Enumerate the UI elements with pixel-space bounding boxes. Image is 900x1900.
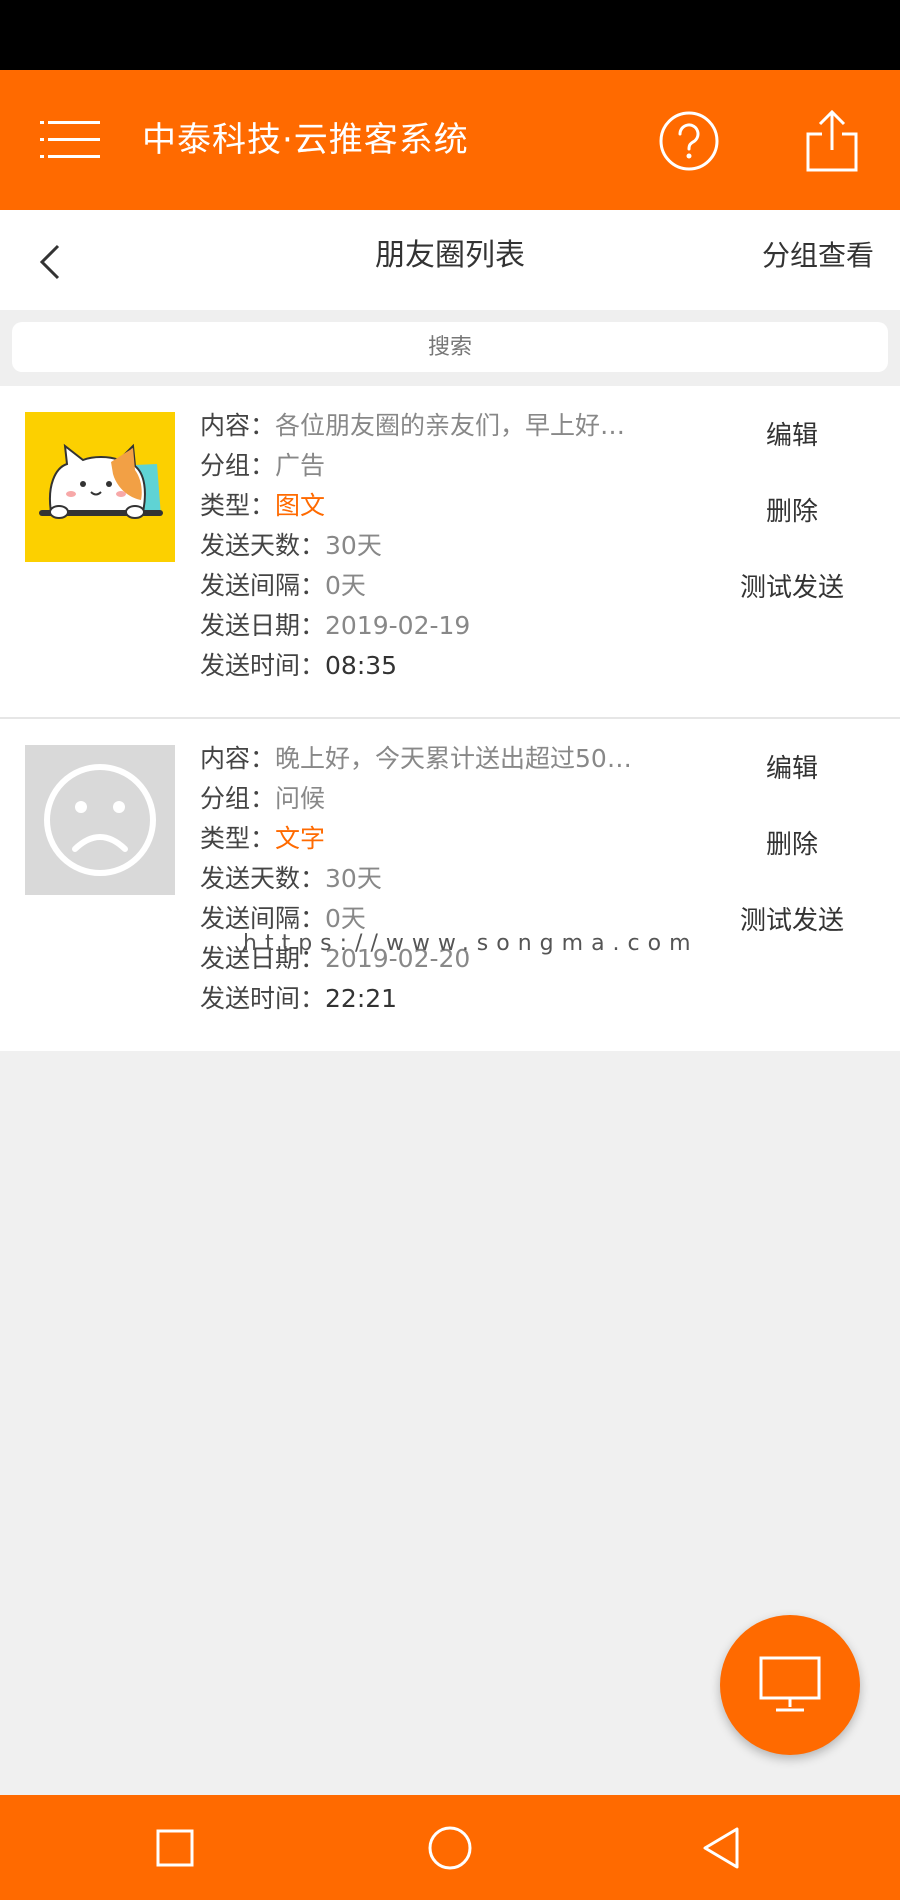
sad-face-icon bbox=[25, 745, 175, 895]
search-input[interactable] bbox=[12, 322, 888, 372]
post-group-row: 分组：广告 bbox=[200, 451, 326, 480]
list-item: 内容：晚上好，今天累计送出超过50… 分组：问候 类型：文字 发送天数：30天 … bbox=[0, 719, 900, 1051]
edit-button[interactable]: 编辑 bbox=[722, 414, 862, 458]
post-actions: 编辑 删除 测试发送 bbox=[722, 747, 862, 975]
post-info: 内容：晚上好，今天累计送出超过50… 分组：问候 类型：文字 发送天数：30天 … bbox=[200, 739, 700, 1019]
desktop-fab-button[interactable] bbox=[720, 1615, 860, 1755]
post-send-time: 22:21 bbox=[325, 984, 398, 1013]
delete-button[interactable]: 删除 bbox=[722, 490, 862, 534]
edit-button[interactable]: 编辑 bbox=[722, 747, 862, 791]
post-info: 内容：各位朋友圈的亲友们，早上好… 分组：广告 类型：图文 发送天数：30天 发… bbox=[200, 406, 700, 686]
post-send-days: 30天 bbox=[325, 864, 382, 893]
post-send-time-row: 发送时间：22:21 bbox=[200, 984, 398, 1013]
square-icon bbox=[156, 1829, 194, 1867]
post-actions: 编辑 删除 测试发送 bbox=[722, 414, 862, 642]
post-content: 各位朋友圈的亲友们，早上好… bbox=[275, 411, 626, 440]
post-send-time: 08:35 bbox=[325, 651, 398, 680]
circle-icon bbox=[428, 1826, 472, 1870]
monitor-icon bbox=[759, 1656, 821, 1712]
post-send-date-row: 发送日期：2019-02-20 bbox=[200, 944, 471, 973]
test-send-button[interactable]: 测试发送 bbox=[712, 899, 872, 943]
post-content: 晚上好，今天累计送出超过50… bbox=[275, 744, 632, 773]
post-content-row: 内容：各位朋友圈的亲友们，早上好… bbox=[200, 406, 700, 446]
post-send-time-row: 发送时间：08:35 bbox=[200, 651, 398, 680]
list-item: 内容：各位朋友圈的亲友们，早上好… 分组：广告 类型：图文 发送天数：30天 发… bbox=[0, 386, 900, 719]
test-send-button[interactable]: 测试发送 bbox=[712, 566, 872, 610]
post-type: 文字 bbox=[275, 824, 326, 853]
group-view-button[interactable]: 分组查看 bbox=[762, 228, 874, 284]
search-bar bbox=[0, 310, 900, 386]
recent-apps-button[interactable] bbox=[150, 1825, 200, 1871]
post-type-row: 类型：图文 bbox=[200, 491, 326, 520]
share-icon[interactable] bbox=[804, 108, 860, 172]
menu-icon[interactable] bbox=[40, 120, 100, 160]
help-icon[interactable] bbox=[658, 110, 720, 172]
post-group: 问候 bbox=[275, 784, 326, 813]
post-list: 内容：各位朋友圈的亲友们，早上好… 分组：广告 类型：图文 发送天数：30天 发… bbox=[0, 386, 900, 1051]
cat-icon bbox=[25, 412, 175, 562]
post-type: 图文 bbox=[275, 491, 326, 520]
post-send-interval: 0天 bbox=[325, 904, 366, 933]
nav-bar: 朋友圈列表 分组查看 bbox=[0, 210, 900, 310]
home-button[interactable] bbox=[425, 1825, 475, 1871]
post-content-row: 内容：晚上好，今天累计送出超过50… bbox=[200, 739, 700, 779]
post-send-days: 30天 bbox=[325, 531, 382, 560]
post-thumbnail bbox=[25, 412, 175, 562]
post-group: 广告 bbox=[275, 451, 326, 480]
post-send-interval: 0天 bbox=[325, 571, 366, 600]
post-send-date: 2019-02-19 bbox=[325, 611, 471, 640]
back-button[interactable] bbox=[697, 1825, 747, 1871]
status-bar bbox=[0, 0, 900, 70]
post-send-date: 2019-02-20 bbox=[325, 944, 471, 973]
post-thumbnail bbox=[25, 745, 175, 895]
post-send-days-row: 发送天数：30天 bbox=[200, 531, 382, 560]
delete-button[interactable]: 删除 bbox=[722, 823, 862, 867]
triangle-back-icon bbox=[703, 1827, 739, 1869]
app-title: 中泰科技·云推客系统 bbox=[142, 120, 469, 160]
post-send-interval-row: 发送间隔：0天 bbox=[200, 904, 366, 933]
app-header: 中泰科技·云推客系统 bbox=[0, 70, 900, 210]
post-type-row: 类型：文字 bbox=[200, 824, 326, 853]
post-send-interval-row: 发送间隔：0天 bbox=[200, 571, 366, 600]
post-group-row: 分组：问候 bbox=[200, 784, 326, 813]
system-nav-bar bbox=[0, 1795, 900, 1900]
post-send-date-row: 发送日期：2019-02-19 bbox=[200, 611, 471, 640]
post-send-days-row: 发送天数：30天 bbox=[200, 864, 382, 893]
